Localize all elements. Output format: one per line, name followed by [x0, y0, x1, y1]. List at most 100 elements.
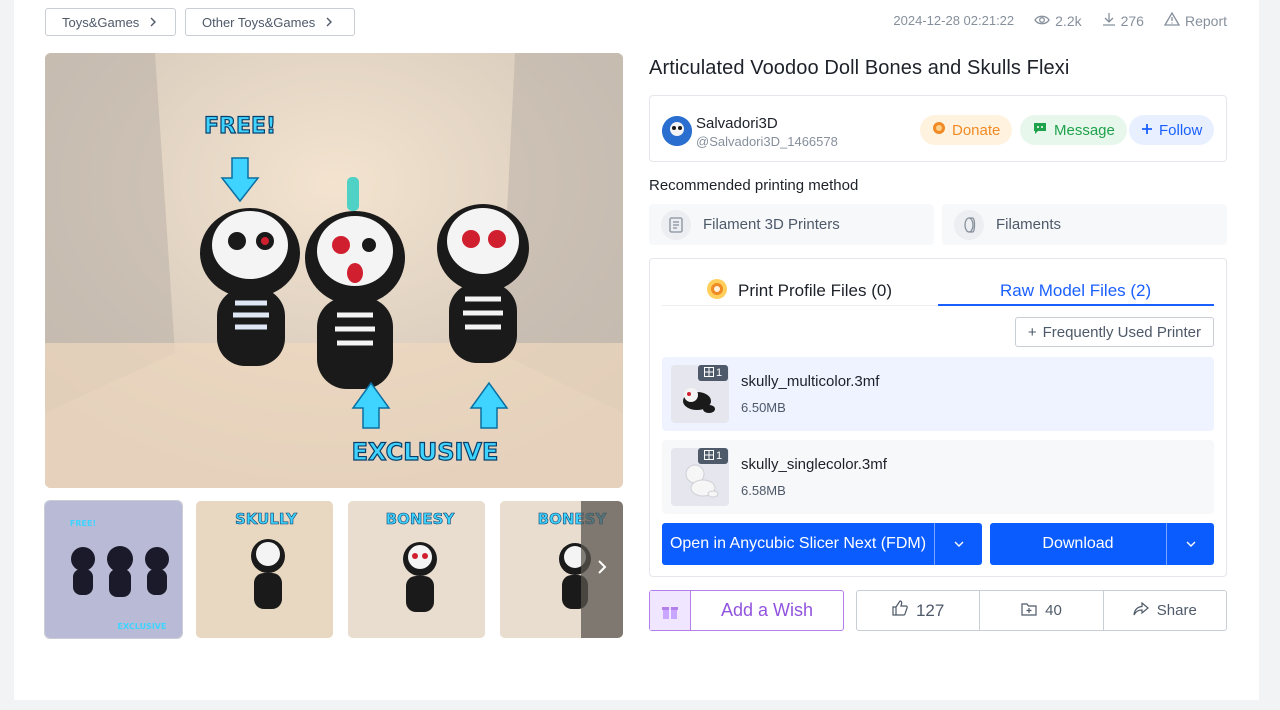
grid-icon [703, 366, 714, 380]
follow-button[interactable]: Follow [1129, 115, 1215, 145]
add-wish-button[interactable]: Add a Wish [649, 590, 844, 631]
frequently-used-printer-button[interactable]: + Frequently Used Printer [1014, 317, 1214, 347]
add-wish-label: Add a Wish [720, 600, 814, 620]
eye-icon [1034, 13, 1050, 29]
publish-timestamp: 2024-12-28 02:21:22 [893, 13, 1015, 28]
donate-label: Donate [952, 121, 1001, 139]
share-icon [1133, 601, 1149, 620]
donate-button[interactable]: Donate [920, 115, 1013, 145]
share-label: Share [1156, 602, 1197, 619]
file-item-multicolor[interactable]: 1 skully_multicolor.3mf 6.50MB [662, 357, 1214, 431]
hero-image[interactable]: FREE! EXCLUSIVE [45, 53, 623, 488]
message-button[interactable]: Message [1020, 115, 1127, 145]
chevron-right-icon [597, 558, 607, 581]
likes-count: 127 [915, 600, 945, 620]
file-size: 6.50MB [741, 400, 786, 415]
coin-icon [932, 121, 946, 139]
gift-icon [650, 591, 691, 630]
printing-method-label: Recommended printing method [649, 177, 859, 194]
thumbnail-next-button[interactable] [581, 501, 623, 638]
plates-count: 1 [715, 450, 723, 462]
thumbnail-1[interactable]: FREE! EXCLUSIVE [44, 500, 183, 639]
plates-count: 1 [715, 367, 723, 379]
thumbnail-2-caption: SKULLY [235, 510, 298, 528]
open-in-slicer-button[interactable]: Open in Anycubic Slicer Next (FDM) [662, 523, 982, 565]
collect-button[interactable]: 40 [980, 591, 1104, 630]
page-title: Articulated Voodoo Doll Bones and Skulls… [649, 57, 1070, 79]
thumbnail-strip: FREE! EXCLUSIVE SKULLY BONESY BONESY [44, 500, 623, 639]
breadcrumb-label: Toys&Games [62, 14, 140, 30]
page: Toys&Games Other Toys&Games 2024-12-28 0… [14, 0, 1259, 700]
thumbnail-2[interactable]: SKULLY [196, 501, 333, 638]
method-filament-printers[interactable]: Filament 3D Printers [649, 204, 934, 245]
open-in-slicer-label: Open in Anycubic Slicer Next (FDM) [669, 535, 927, 552]
collects-count: 40 [1045, 602, 1062, 619]
plus-icon: + [1027, 323, 1037, 341]
files-panel: Print Profile Files (0) Raw Model Files … [649, 258, 1227, 577]
grid-icon [703, 449, 714, 463]
downloads-count: 276 [1102, 12, 1144, 29]
breadcrumb-other-toys-games[interactable]: Other Toys&Games [185, 8, 355, 36]
share-button[interactable]: Share [1104, 591, 1226, 630]
tab-raw-model-files[interactable]: Raw Model Files (2) [1000, 277, 1151, 305]
avatar[interactable] [662, 116, 692, 146]
file-name: skully_multicolor.3mf [741, 373, 880, 390]
method-label: Filament 3D Printers [703, 216, 840, 233]
chevron-down-icon [1185, 535, 1197, 553]
thumbnail-1-art: FREE! EXCLUSIVE [45, 501, 182, 638]
breadcrumb-toys-games[interactable]: Toys&Games [45, 8, 176, 36]
plates-badge: 1 [698, 365, 728, 381]
engagement-actions: 127 40 Share [856, 590, 1227, 631]
author-name[interactable]: Salvadori3D [696, 115, 778, 132]
breadcrumb-label: Other Toys&Games [202, 14, 316, 30]
file-item-singlecolor[interactable]: 1 skully_singlecolor.3mf 6.58MB [662, 440, 1214, 514]
printer-icon [661, 209, 691, 240]
author-handle: @Salvadori3D_1466578 [696, 134, 838, 149]
download-button[interactable]: Download [990, 523, 1214, 565]
message-label: Message [1054, 121, 1115, 139]
report-label: Report [1184, 12, 1227, 29]
hero-illustration: FREE! EXCLUSIVE [45, 53, 623, 488]
report-link[interactable]: Report [1163, 11, 1227, 29]
thumbs-up-icon [892, 600, 908, 621]
thumbnail-4[interactable]: BONESY [500, 501, 623, 638]
meta-bar: 2024-12-28 02:21:22 2.2k 276 Report [893, 11, 1227, 29]
follow-label: Follow [1159, 121, 1203, 139]
plus-icon [1141, 122, 1153, 139]
views-value: 2.2k [1055, 12, 1082, 29]
thumbnail-2-art: SKULLY [196, 501, 333, 638]
plates-badge: 1 [698, 448, 728, 464]
frequent-printer-label: Frequently Used Printer [1042, 323, 1201, 341]
filament-spool-icon [954, 209, 984, 240]
thumbnail-3-caption: BONESY [386, 510, 456, 528]
warning-icon [1163, 11, 1181, 29]
chevron-down-icon [953, 535, 965, 553]
download-icon [1102, 12, 1116, 29]
chevron-right-icon [149, 15, 157, 30]
download-label: Download [1042, 535, 1114, 552]
like-button[interactable]: 127 [857, 591, 981, 630]
profile-badge-icon [706, 278, 728, 305]
thumbnail-1-caption2: EXCLUSIVE [118, 622, 167, 631]
chevron-right-icon [325, 15, 333, 30]
method-label: Filaments [996, 216, 1062, 233]
open-options-dropdown[interactable] [934, 523, 982, 565]
chat-icon [1032, 121, 1048, 139]
tab-label: Print Profile Files (0) [738, 281, 892, 300]
download-options-dropdown[interactable] [1166, 523, 1214, 565]
tab-print-profile-files[interactable]: Print Profile Files (0) [706, 277, 892, 305]
hero-caption-top: FREE! [204, 114, 276, 139]
active-tab-indicator [938, 304, 1214, 306]
folder-plus-icon [1021, 602, 1037, 620]
author-card: Salvadori3D @Salvadori3D_1466578 Donate … [649, 95, 1227, 162]
thumbnail-3-art: BONESY [348, 501, 485, 638]
file-name: skully_singlecolor.3mf [741, 456, 887, 473]
thumbnail-3[interactable]: BONESY [348, 501, 485, 638]
downloads-value: 276 [1120, 12, 1144, 29]
method-filaments[interactable]: Filaments [942, 204, 1227, 245]
tab-label: Raw Model Files (2) [1000, 281, 1152, 300]
hero-caption-bottom: EXCLUSIVE [352, 438, 499, 466]
thumbnail-1-caption: FREE! [70, 519, 96, 528]
views-count: 2.2k [1034, 12, 1082, 29]
file-size: 6.58MB [741, 483, 786, 498]
